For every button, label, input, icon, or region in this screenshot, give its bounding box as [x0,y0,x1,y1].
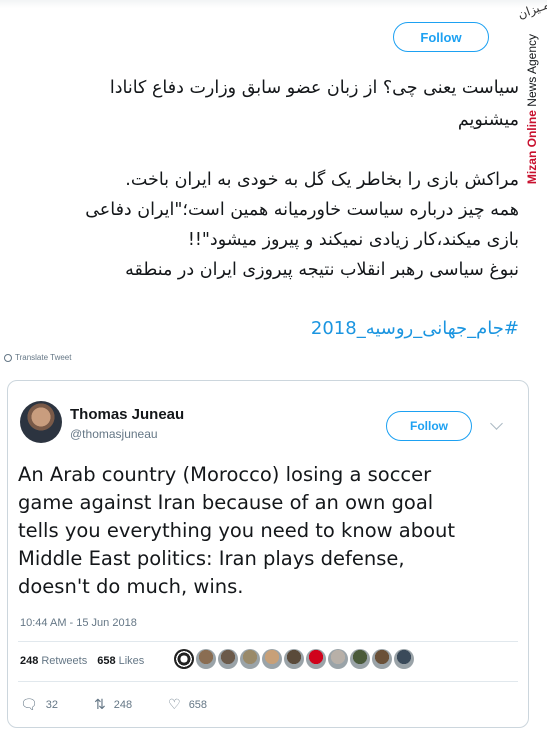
quoted-tweet-text: An Arab country (Morocco) losing a socce… [18,461,518,601]
liker-avatar[interactable] [328,649,348,669]
translate-tweet-link[interactable]: Translate Tweet [4,353,71,362]
globe-icon [4,353,12,362]
retweet-button[interactable]: ⇅ 248 [94,697,132,713]
heart-icon: ♡ [168,697,181,713]
liker-avatar[interactable] [350,649,370,669]
retweets-stat[interactable]: 248 Retweets [20,655,87,667]
liker-avatar[interactable] [218,649,238,669]
liker-avatar[interactable] [196,649,216,669]
tweet-line-1: سیاست یعنی چی؟ از زبان عضو سابق وزارت دف… [109,78,519,98]
liker-avatar[interactable] [306,649,326,669]
liker-avatar[interactable] [262,649,282,669]
retweet-icon: ⇅ [94,697,106,713]
chevron-down-icon[interactable] [490,417,503,430]
likers-avatars [174,649,414,669]
tweet-line-2: میشنویم [457,110,519,130]
liker-avatar[interactable] [284,649,304,669]
divider [18,681,518,682]
reply-icon: 🗨 [20,697,38,713]
liker-avatar[interactable] [372,649,392,669]
like-button[interactable]: ♡ 658 [168,697,207,713]
quoted-line-2: game against Iran because of an own goal [18,491,434,514]
card-follow-button[interactable]: Follow [386,411,472,441]
tweet-line-3: مراکش بازی را بخاطر یک گل به خودی به ایر… [125,170,519,190]
quoted-line-3: tells you everything you need to know ab… [18,519,456,542]
mizan-logo-icon: مـیزان [515,0,547,22]
translate-label: Translate Tweet [15,353,72,362]
quoted-tweet-card[interactable]: Thomas Juneau @thomasjuneau Follow An Ar… [7,380,529,728]
top-shadow [0,0,547,8]
avatar[interactable] [20,401,62,443]
watermark-text: Mizan Online News Agency [525,34,539,185]
tweet-line-4: همه چیز درباره سیاست خاورمیانه همین است؛… [85,200,519,220]
liker-avatar[interactable] [240,649,260,669]
engagement-stats: 248 Retweets 658 Likes [20,655,144,667]
timestamp[interactable]: 10:44 AM - 15 Jun 2018 [20,617,137,629]
likes-stat[interactable]: 658 Likes [97,655,144,667]
liker-avatar[interactable] [174,649,194,669]
follow-button[interactable]: Follow [393,22,489,52]
tweet-actions: 🗨 32 ⇅ 248 ♡ 658 [20,697,243,713]
quoted-line-5: doesn't do much, wins. [18,575,244,598]
quoted-line-1: An Arab country (Morocco) losing a socce… [18,463,432,486]
author-name[interactable]: Thomas Juneau [70,406,184,423]
author-handle[interactable]: @thomasjuneau [70,427,158,441]
tweet-line-5: بازی میکند،کار زیادی نمیکند و پیروز میشو… [187,230,519,250]
liker-avatar[interactable] [394,649,414,669]
hashtag-link[interactable]: #جام_جهانی_روسیه_2018 [311,318,519,339]
watermark: مـیزان Mizan Online News Agency [515,0,547,304]
reply-button[interactable]: 🗨 32 [20,697,58,713]
divider [18,641,518,642]
tweet-line-6: نبوغ سیاسی رهبر انقلاب نتیجه پیروزی ایرا… [125,260,519,280]
quoted-line-4: Middle East politics: Iran plays defense… [18,547,405,570]
